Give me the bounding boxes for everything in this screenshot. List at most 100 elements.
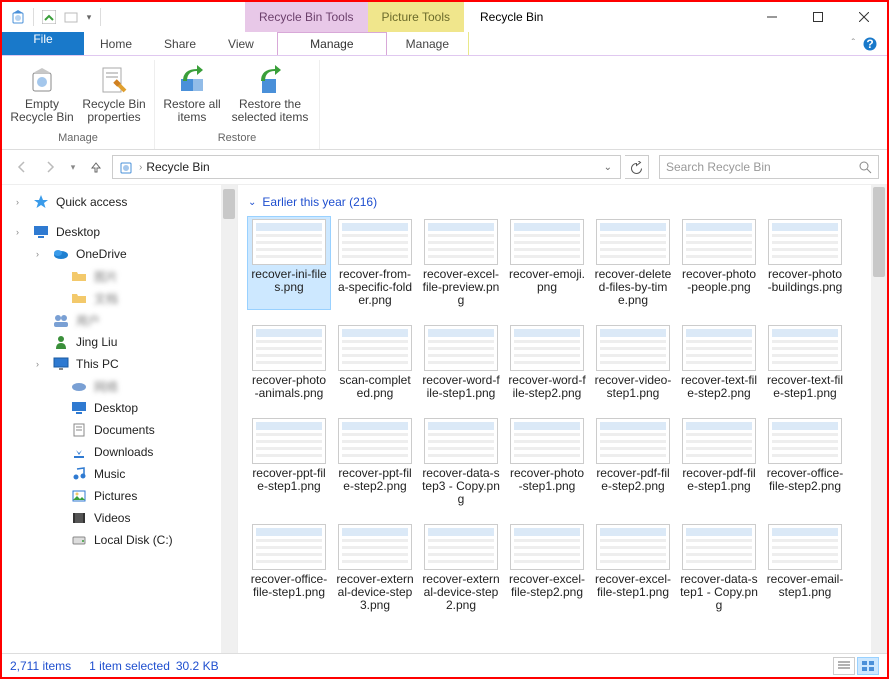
tree-item[interactable]: Local Disk (C:) (2, 529, 221, 551)
tree-item[interactable]: ›Quick access (2, 191, 221, 213)
status-size: 30.2 KB (176, 659, 219, 673)
details-view-button[interactable] (833, 657, 855, 675)
tab-file[interactable]: File (2, 32, 84, 55)
file-item[interactable]: recover-photo-people.png (678, 217, 760, 309)
file-item[interactable]: recover-data-step1 - Copy.png (678, 522, 760, 614)
group-header[interactable]: ⌄ Earlier this year (216) (248, 195, 861, 209)
search-box[interactable] (659, 155, 879, 179)
tree-item[interactable]: Desktop (2, 397, 221, 419)
file-item[interactable]: recover-word-file-step1.png (420, 323, 502, 402)
close-button[interactable] (841, 2, 887, 32)
file-item[interactable]: recover-emoji.png (506, 217, 588, 309)
file-thumbnail (682, 325, 756, 371)
file-item[interactable]: recover-text-file-step2.png (678, 323, 760, 402)
file-item[interactable]: recover-word-file-step2.png (506, 323, 588, 402)
restore-all-button[interactable]: Restore all items (161, 62, 223, 124)
tree-item[interactable]: Jing Liu (2, 331, 221, 353)
refresh-button[interactable] (625, 155, 649, 179)
tab-manage-picture[interactable]: Manage (387, 32, 469, 55)
tab-view[interactable]: View (212, 32, 270, 55)
file-name: recover-from-a-specific-folder.png (336, 268, 414, 307)
empty-recyclebin-button[interactable]: Empty Recycle Bin (8, 62, 76, 124)
file-item[interactable]: recover-external-device-step2.png (420, 522, 502, 614)
file-name: recover-office-file-step2.png (766, 467, 844, 493)
tab-home[interactable]: Home (84, 32, 148, 55)
tree-item[interactable]: ›Desktop (2, 221, 221, 243)
onedrive-icon (52, 246, 70, 262)
tab-share[interactable]: Share (148, 32, 212, 55)
tab-manage-recyclebin[interactable]: Manage (277, 32, 387, 55)
file-item[interactable]: recover-excel-file-preview.png (420, 217, 502, 309)
qat-dropdown-icon[interactable]: ▾ (83, 6, 95, 28)
file-view[interactable]: ⌄ Earlier this year (216) recover-ini-fi… (238, 185, 871, 653)
file-item[interactable]: recover-photo-step1.png (506, 416, 588, 508)
tree-item[interactable]: Videos (2, 507, 221, 529)
tree-item[interactable]: 用户 (2, 309, 221, 331)
file-item[interactable]: recover-from-a-specific-folder.png (334, 217, 416, 309)
file-item[interactable]: recover-text-file-step1.png (764, 323, 846, 402)
thumbnails-view-button[interactable] (857, 657, 879, 675)
context-tab-picture-tools[interactable]: Picture Tools (368, 2, 464, 32)
file-name: recover-external-device-step3.png (336, 573, 414, 612)
tree-item[interactable]: ›This PC (2, 353, 221, 375)
recyclebin-properties-button[interactable]: Recycle Bin properties (80, 62, 148, 124)
file-item[interactable]: recover-video-step1.png (592, 323, 674, 402)
properties-icon[interactable] (39, 6, 59, 28)
tree-item[interactable]: 图片 (2, 265, 221, 287)
file-item[interactable]: recover-pdf-file-step1.png (678, 416, 760, 508)
breadcrumb-location[interactable]: Recycle Bin (146, 160, 209, 174)
file-item[interactable]: recover-ppt-file-step1.png (248, 416, 330, 508)
file-item[interactable]: recover-deleted-files-by-time.png (592, 217, 674, 309)
content-scrollbar[interactable] (871, 185, 887, 653)
maximize-button[interactable] (795, 2, 841, 32)
file-item[interactable]: recover-data-step3 - Copy.png (420, 416, 502, 508)
chevron-right-icon[interactable]: › (139, 162, 142, 173)
restore-all-label: Restore all items (161, 98, 223, 124)
ribbon-collapse-icon[interactable]: ˆ (852, 38, 855, 49)
recent-locations-button[interactable]: ▾ (66, 155, 80, 179)
file-item[interactable]: recover-office-file-step2.png (764, 416, 846, 508)
file-item[interactable]: recover-excel-file-step2.png (506, 522, 588, 614)
search-icon[interactable] (859, 161, 872, 174)
file-name: recover-word-file-step1.png (422, 374, 500, 400)
context-tab-recycle-bin-tools[interactable]: Recycle Bin Tools (245, 2, 368, 32)
file-item[interactable]: recover-office-file-step1.png (248, 522, 330, 614)
folder-icon (70, 290, 88, 306)
back-button[interactable] (10, 155, 34, 179)
restore-selected-button[interactable]: Restore the selected items (227, 62, 313, 124)
tree-item[interactable]: 网络 (2, 375, 221, 397)
desktop-icon (32, 224, 50, 240)
file-item[interactable]: recover-ppt-file-step2.png (334, 416, 416, 508)
tree-item[interactable]: Documents (2, 419, 221, 441)
tree-item[interactable]: Music (2, 463, 221, 485)
chevron-right-icon: › (16, 227, 26, 237)
tree-item[interactable]: Pictures (2, 485, 221, 507)
search-input[interactable] (666, 160, 859, 174)
tree-item[interactable]: Downloads (2, 441, 221, 463)
file-thumbnail (252, 325, 326, 371)
file-item[interactable]: recover-external-device-step3.png (334, 522, 416, 614)
explorer-body: ›Quick access›Desktop›OneDrive图片文档用户Jing… (2, 184, 887, 653)
file-thumbnail (682, 219, 756, 265)
file-name: recover-video-step1.png (594, 374, 672, 400)
file-thumbnail (682, 418, 756, 464)
up-button[interactable] (84, 155, 108, 179)
tree-item[interactable]: 文档 (2, 287, 221, 309)
file-item[interactable]: recover-photo-animals.png (248, 323, 330, 402)
file-item[interactable]: recover-email-step1.png (764, 522, 846, 614)
file-item[interactable]: recover-pdf-file-step2.png (592, 416, 674, 508)
file-name: recover-data-step3 - Copy.png (422, 467, 500, 506)
file-item[interactable]: scan-completed.png (334, 323, 416, 402)
file-item[interactable]: recover-excel-file-step1.png (592, 522, 674, 614)
sidebar-scrollbar[interactable] (221, 185, 237, 653)
file-item[interactable]: recover-photo-buildings.png (764, 217, 846, 309)
help-icon[interactable]: ? (863, 37, 877, 51)
file-thumbnail (424, 219, 498, 265)
file-item[interactable]: recover-ini-files.png (248, 217, 330, 309)
tree-item[interactable]: ›OneDrive (2, 243, 221, 265)
forward-button[interactable] (38, 155, 62, 179)
address-bar[interactable]: › Recycle Bin ⌄ (112, 155, 621, 179)
new-folder-icon[interactable] (61, 6, 81, 28)
address-dropdown-icon[interactable]: ⌄ (604, 162, 616, 173)
minimize-button[interactable] (749, 2, 795, 32)
